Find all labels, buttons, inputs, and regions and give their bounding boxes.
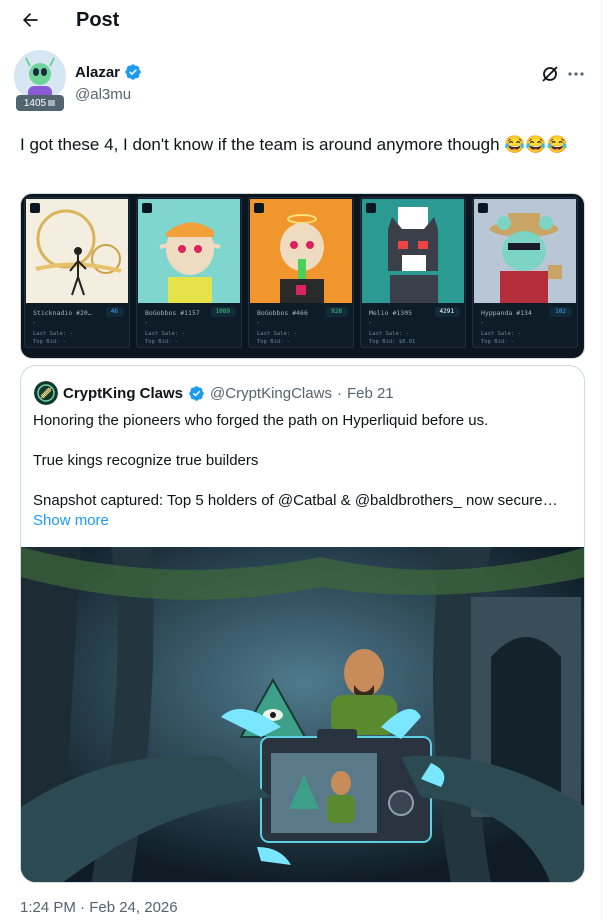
author-handle[interactable]: @al3mu: [75, 86, 131, 103]
select-checkbox[interactable]: [478, 203, 488, 213]
select-checkbox[interactable]: [142, 203, 152, 213]
quoted-avatar[interactable]: [34, 381, 58, 405]
nft-card: BoGobbos #1157 1089 - Last Sale: - Top B…: [136, 197, 242, 348]
nft-price: -: [481, 320, 484, 327]
tweet-image-nft-grid[interactable]: Sticknadio #20… 46 - Last Sale: - Top Bi…: [20, 193, 585, 359]
nft-name: BoGobbos #1157: [145, 309, 200, 317]
show-more-link[interactable]: Show more: [33, 511, 109, 531]
level-icon: [48, 100, 56, 106]
grok-icon[interactable]: [540, 64, 560, 84]
nft-name: Sticknadio #20…: [33, 309, 92, 317]
back-arrow-icon[interactable]: [20, 10, 40, 30]
nft-top-bid: Top Bid: -: [257, 339, 291, 345]
author-name[interactable]: Alazar: [75, 63, 142, 81]
nft-name: Hyppanda #134: [481, 309, 532, 317]
select-checkbox[interactable]: [254, 203, 264, 213]
nft-price: -: [33, 320, 36, 327]
column-border: [601, 0, 602, 920]
page-title: Post: [76, 8, 120, 31]
nft-card: Sticknadio #20… 46 - Last Sale: - Top Bi…: [24, 197, 130, 348]
top-bar: Post: [0, 0, 600, 40]
quoted-author-handle: @CryptKingClaws: [210, 384, 332, 402]
quoted-text-line: True kings recognize true builders: [33, 452, 259, 469]
select-checkbox[interactable]: [366, 203, 376, 213]
nft-price: -: [257, 320, 260, 327]
nft-name: Melio #1305: [369, 309, 413, 317]
nft-image: [250, 199, 352, 303]
nft-rank: 102: [550, 307, 571, 317]
nft-rank: 46: [105, 307, 123, 317]
level-badge: 1405: [16, 95, 64, 111]
nft-image: [474, 199, 576, 303]
nft-top-bid: Top Bid: -: [481, 339, 515, 345]
quoted-tweet-date: Feb 21: [346, 384, 394, 402]
nft-last-sale: Last Sale: -: [145, 331, 185, 337]
nft-price: -: [369, 320, 372, 327]
level-badge-count: 1405: [23, 97, 47, 109]
nft-last-sale: Last Sale: -: [369, 331, 409, 337]
nft-image: [362, 199, 464, 303]
select-checkbox[interactable]: [30, 203, 40, 213]
nft-card: Melio #1305 4291 - Last Sale: - Top Bid:…: [360, 197, 466, 348]
quoted-text-line: Snapshot captured: Top 5 holders of @Cat…: [33, 492, 558, 509]
nft-last-sale: Last Sale: -: [481, 331, 521, 337]
nft-top-bid: Top Bid: -: [33, 339, 67, 345]
nft-card: BoGobbos #466 928 - Last Sale: - Top Bid…: [248, 197, 354, 348]
nft-rank: 1089: [210, 307, 235, 317]
post-timestamp[interactable]: 1:24 PM · Feb 24, 2026: [20, 899, 178, 916]
verified-icon: [189, 385, 204, 401]
nft-rank: 4291: [434, 307, 459, 317]
nft-image: [26, 199, 128, 303]
quoted-tweet-header: CryptKing Claws @CryptKingClaws · Feb 21: [34, 381, 394, 405]
nft-top-bid: Top Bid: $0.01: [369, 339, 416, 345]
quoted-tweet-image[interactable]: [21, 547, 584, 882]
nft-last-sale: Last Sale: -: [33, 331, 73, 337]
nft-top-bid: Top Bid: -: [145, 339, 179, 345]
more-options-icon[interactable]: [566, 64, 586, 84]
nft-card: Hyppanda #134 102 - Last Sale: - Top Bid…: [472, 197, 578, 348]
quoted-tweet[interactable]: CryptKing Claws @CryptKingClaws · Feb 21…: [20, 365, 585, 883]
nft-image: [138, 199, 240, 303]
author-name-text: Alazar: [75, 63, 121, 81]
nft-price: -: [145, 320, 148, 327]
quoted-text-line: Honoring the pioneers who forged the pat…: [33, 412, 489, 429]
separator-dot: ·: [336, 384, 342, 402]
nft-rank: 928: [326, 307, 347, 317]
nft-last-sale: Last Sale: -: [257, 331, 297, 337]
quoted-author-name: CryptKing Claws: [63, 384, 184, 402]
tweet-text: I got these 4, I don't know if the team …: [20, 135, 568, 154]
verified-icon: [125, 64, 141, 80]
nft-name: BoGobbos #466: [257, 309, 308, 317]
